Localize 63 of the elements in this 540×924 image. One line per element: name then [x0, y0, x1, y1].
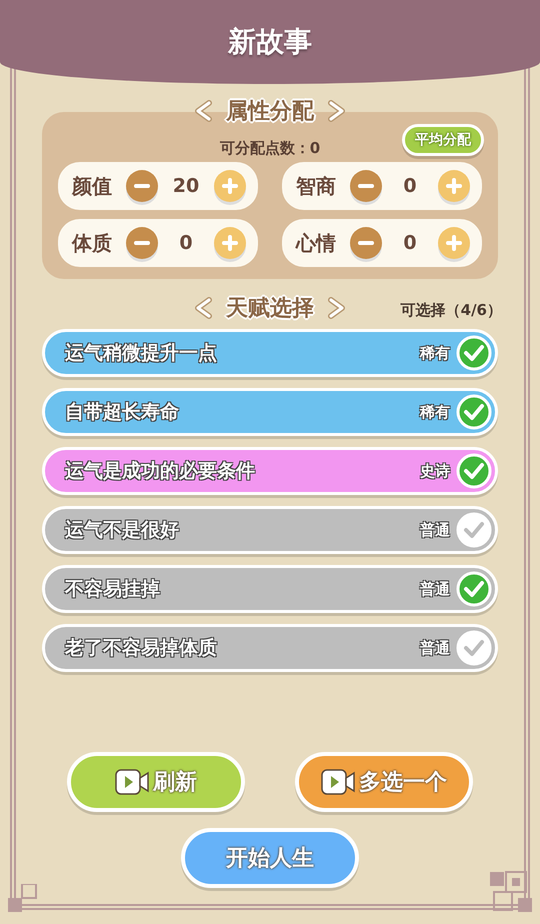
minus-button[interactable] — [350, 227, 382, 259]
check-icon — [456, 335, 492, 371]
talent-option[interactable]: 自带超长寿命 稀有 — [42, 388, 498, 436]
attribute-label: 心情 — [296, 230, 337, 256]
attribute-label: 智商 — [296, 172, 337, 200]
attribute-value: 0 — [402, 175, 418, 197]
points-label: 可分配点数：0 — [220, 138, 320, 158]
rarity-label: 普通 — [420, 638, 450, 658]
talent-option[interactable]: 老了不容易掉体质 普通 — [42, 624, 498, 672]
section-heading: 属性分配 — [226, 98, 314, 126]
talent-name: 运气不是很好 — [65, 518, 180, 543]
talent-name: 运气是成功的必要条件 — [65, 459, 256, 484]
check-icon — [456, 571, 492, 607]
rarity-label: 史诗 — [420, 462, 450, 480]
rarity-label: 稀有 — [420, 402, 450, 422]
chevron-right-icon — [328, 100, 346, 122]
talent-option[interactable]: 运气稍微提升一点 稀有 — [42, 329, 498, 377]
attribute-label: 颜值 — [72, 172, 113, 200]
talent-name: 老了不容易掉体质 — [65, 636, 218, 661]
plus-button[interactable] — [214, 227, 246, 259]
talent-option[interactable]: 运气不是很好 普通 — [42, 506, 498, 554]
talent-name: 不容易挂掉 — [65, 577, 161, 602]
start-button[interactable]: 开始人生 — [181, 828, 359, 888]
chevron-left-icon — [194, 100, 212, 122]
section-heading: 天赋选择 — [226, 295, 314, 323]
plus-icon — [445, 177, 463, 195]
check-icon — [456, 512, 492, 548]
talent-option[interactable]: 运气是成功的必要条件 史诗 — [42, 447, 498, 495]
talent-name: 运气稍微提升一点 — [65, 341, 218, 366]
attribute-value: 0 — [402, 232, 418, 254]
attribute-value: 0 — [178, 232, 194, 254]
plus-button[interactable] — [438, 170, 470, 202]
chevron-left-icon — [194, 297, 212, 319]
page-title: 新故事 — [228, 24, 312, 60]
check-icon — [456, 630, 492, 666]
plus-button[interactable] — [438, 227, 470, 259]
minus-button[interactable] — [126, 170, 158, 202]
plus-button[interactable] — [214, 170, 246, 202]
minus-button[interactable] — [126, 227, 158, 259]
check-icon — [456, 394, 492, 430]
chevron-right-icon — [328, 297, 346, 319]
attribute-value: 20 — [172, 175, 200, 197]
talent-name: 自带超长寿命 — [65, 400, 180, 425]
plus-icon — [221, 177, 239, 195]
talent-option[interactable]: 不容易挂掉 普通 — [42, 565, 498, 613]
extra-pick-button[interactable]: 多选一个 — [295, 752, 473, 812]
minus-icon — [358, 184, 374, 188]
rarity-label: 普通 — [420, 520, 450, 540]
video-icon — [115, 769, 149, 795]
plus-icon — [445, 234, 463, 252]
video-icon — [321, 769, 355, 795]
minus-icon — [134, 241, 150, 245]
minus-icon — [134, 184, 150, 188]
minus-button[interactable] — [350, 170, 382, 202]
rarity-label: 普通 — [420, 580, 450, 598]
minus-icon — [358, 241, 374, 245]
check-icon — [456, 453, 492, 489]
selection-counter: 可选择（4/6） — [400, 301, 502, 320]
refresh-button[interactable]: 刷新 — [67, 752, 245, 812]
plus-icon — [221, 234, 239, 252]
attribute-label: 体质 — [72, 230, 113, 256]
rarity-label: 稀有 — [420, 344, 450, 362]
distribute-evenly-button[interactable]: 平均分配 — [402, 124, 484, 156]
